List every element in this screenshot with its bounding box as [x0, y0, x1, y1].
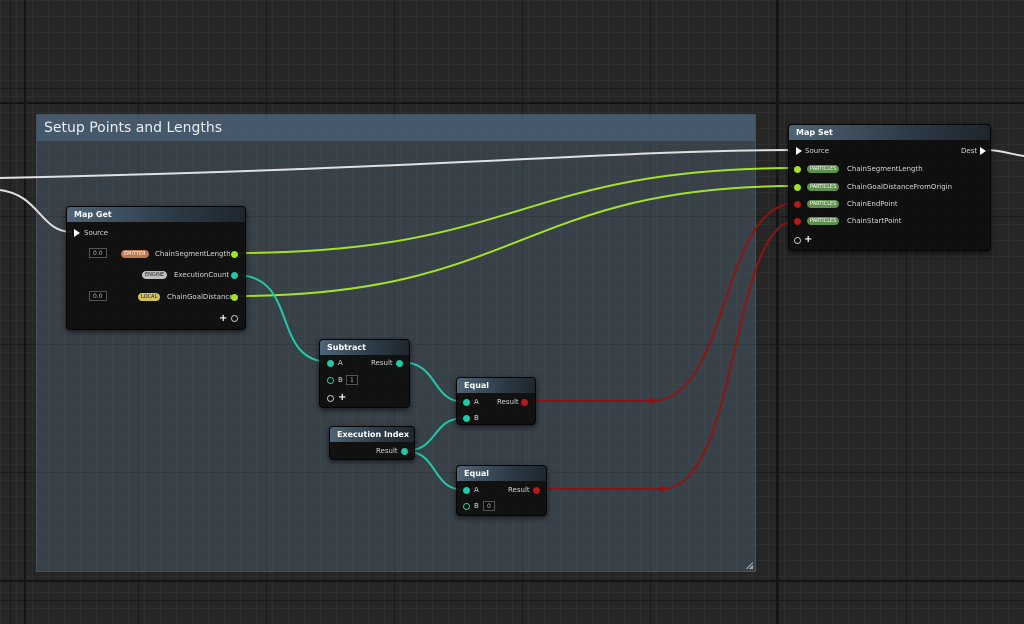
source-wire-in[interactable]: [0, 189, 73, 233]
execution-count-label: ExecutionCount: [174, 271, 230, 279]
chain-end-point-pin-icon[interactable]: [794, 201, 801, 208]
particles-badge: PARTICLES: [807, 183, 840, 191]
subtract-result-pin-icon[interactable]: [396, 360, 403, 367]
particles-badge: PARTICLES: [807, 165, 840, 173]
map-get-node[interactable]: Map Get Source 0.0 EMITTER ChainSegmentL…: [66, 206, 246, 330]
subtract-b-value[interactable]: 1: [346, 375, 358, 385]
particles-badge: PARTICLES: [807, 217, 840, 225]
source-wire[interactable]: [0, 149, 791, 179]
map-get-title: Map Get: [67, 207, 245, 222]
map-set-dest-label: Dest: [961, 147, 978, 155]
subtract-a-pin-icon[interactable]: [327, 360, 334, 367]
equal-1-title: Equal: [457, 378, 535, 393]
equal-2-b-pin-icon[interactable]: [463, 503, 470, 510]
equal-node-2[interactable]: Equal A Result B 0: [456, 465, 547, 516]
equal-1-b-pin-icon[interactable]: [463, 415, 470, 422]
chain-end-point-label: ChainEndPoint: [847, 200, 898, 208]
equal-2-title: Equal: [457, 466, 546, 481]
reroute-knot[interactable]: [659, 486, 665, 492]
chain-goal-distance-label: ChainGoalDistanceFromOrigin: [847, 183, 953, 191]
subtract-title: Subtract: [320, 340, 409, 355]
map-get-source-label: Source: [84, 229, 109, 237]
equal-1-result-label: Result: [497, 398, 519, 406]
particles-badge: PARTICLES: [807, 200, 840, 208]
subtract-a-label: A: [338, 359, 343, 367]
wire-segment-length[interactable]: [235, 167, 797, 254]
subtract-b-label: B: [338, 376, 343, 384]
segment-length-value[interactable]: 0.0: [89, 248, 107, 258]
segment-length-label: ChainSegmentLength: [155, 250, 231, 258]
map-set-title: Map Set: [789, 125, 990, 140]
segment-length-pin-icon[interactable]: [231, 251, 238, 258]
execution-index-title: Execution Index: [330, 427, 414, 442]
add-pin-socket-icon[interactable]: [231, 315, 238, 322]
add-pin-socket-icon[interactable]: [327, 395, 334, 402]
goal-distance-value[interactable]: 0.0: [89, 291, 107, 301]
execution-index-result-label: Result: [376, 447, 398, 455]
equal-node-1[interactable]: Equal A Result B: [456, 377, 536, 425]
goal-distance-label: ChainGoalDistance: [167, 293, 234, 301]
wire-start-point[interactable]: [535, 220, 797, 490]
execution-index-result-pin-icon[interactable]: [401, 448, 408, 455]
exec-in-pin-icon[interactable]: [796, 147, 802, 155]
chain-segment-length-label: ChainSegmentLength: [847, 165, 923, 173]
equal-2-b-value[interactable]: 0: [483, 501, 495, 511]
local-badge: LOCAL: [138, 293, 161, 301]
dest-wire[interactable]: [986, 149, 1024, 157]
engine-badge: ENGINE: [142, 271, 168, 279]
reroute-knot[interactable]: [649, 398, 655, 404]
map-set-node[interactable]: Map Set Source Dest PARTICLES ChainSegme…: [788, 124, 991, 251]
equal-2-a-label: A: [474, 486, 479, 494]
subtract-b-pin-icon[interactable]: [327, 377, 334, 384]
chain-start-point-label: ChainStartPoint: [847, 217, 902, 225]
equal-2-b-label: B: [474, 502, 479, 510]
wire-goal-distance[interactable]: [235, 185, 797, 297]
wire-end-point[interactable]: [523, 202, 797, 402]
equal-2-a-pin-icon[interactable]: [463, 487, 470, 494]
wire-execution-count[interactable]: [235, 274, 331, 363]
equal-1-a-pin-icon[interactable]: [463, 399, 470, 406]
equal-2-result-label: Result: [508, 486, 530, 494]
add-pin-icon[interactable]: +: [804, 235, 812, 245]
equal-1-b-label: B: [474, 414, 479, 422]
execution-index-node[interactable]: Execution Index Result: [329, 426, 415, 460]
execution-count-pin-icon[interactable]: [231, 272, 238, 279]
add-pin-icon[interactable]: +: [338, 393, 346, 403]
chain-goal-distance-pin-icon[interactable]: [794, 184, 801, 191]
exec-in-pin-icon[interactable]: [74, 229, 80, 237]
emitter-badge: EMITTER: [121, 250, 149, 258]
add-pin-icon[interactable]: +: [219, 314, 227, 324]
equal-2-result-pin-icon[interactable]: [533, 487, 540, 494]
subtract-result-label: Result: [371, 359, 393, 367]
chain-start-point-pin-icon[interactable]: [794, 218, 801, 225]
exec-out-pin-icon[interactable]: [980, 147, 986, 155]
chain-segment-length-pin-icon[interactable]: [794, 166, 801, 173]
equal-1-result-pin-icon[interactable]: [521, 399, 528, 406]
add-pin-socket-icon[interactable]: [794, 237, 801, 244]
subtract-node[interactable]: Subtract A Result B 1 +: [319, 339, 410, 408]
map-set-source-label: Source: [805, 147, 830, 155]
goal-distance-pin-icon[interactable]: [231, 294, 238, 301]
equal-1-a-label: A: [474, 398, 479, 406]
